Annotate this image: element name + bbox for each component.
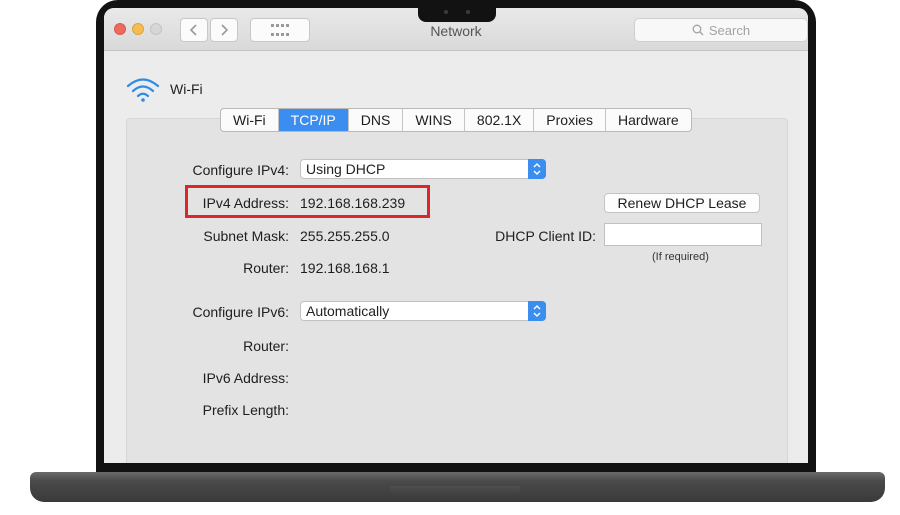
search-icon [692,24,704,36]
interface-header: Wi-Fi [126,76,203,102]
configure-ipv6-label: Configure IPv6: [192,304,290,320]
configure-ipv4-select[interactable]: Using DHCP [300,159,546,179]
configure-ipv6-value: Automatically [306,303,390,319]
subnet-mask-value: 255.255.255.0 [300,228,390,244]
window-title: Network [430,23,482,39]
tab-hardware[interactable]: Hardware [606,109,691,131]
interface-name: Wi-Fi [170,81,203,97]
prefix-length-label: Prefix Length: [202,402,289,418]
ipv6-router-label: Router: [243,338,289,354]
tab-8021x[interactable]: 802.1X [465,109,535,131]
dhcp-client-id-label: DHCP Client ID: [495,228,596,244]
search-placeholder: Search [708,22,751,38]
camera-dot [444,10,448,14]
screen: Network Search Wi-Fi Wi-Fi TCP/IP DNS WI… [104,8,808,463]
ipv6-address-label: IPv6 Address: [202,370,289,386]
search-field[interactable]: Search [634,18,808,42]
laptop-base-lip [390,486,520,498]
subnet-mask-label: Subnet Mask: [203,228,289,244]
dhcp-client-id-field[interactable] [604,223,762,246]
configure-ipv4-label: Configure IPv4: [192,162,290,178]
grid-icon [271,24,289,36]
ipv4-address-value: 192.168.168.239 [300,195,406,211]
chevron-left-icon [189,24,197,36]
show-all-button[interactable] [250,18,310,42]
renew-dhcp-lease-button[interactable]: Renew DHCP Lease [604,193,760,213]
tab-wifi[interactable]: Wi-Fi [221,109,279,131]
ipv4-address-label: IPv4 Address: [202,195,289,211]
tab-wins[interactable]: WINS [403,109,465,131]
close-button[interactable] [114,23,126,35]
forward-button[interactable] [210,18,238,42]
tab-proxies[interactable]: Proxies [534,109,606,131]
tab-tcpip[interactable]: TCP/IP [278,109,349,131]
if-required-hint: (If required) [652,251,709,263]
configure-ipv6-select[interactable]: Automatically [300,301,546,321]
tab-dns[interactable]: DNS [349,109,404,131]
configure-ipv4-value: Using DHCP [306,161,386,177]
router-value: 192.168.168.1 [300,260,390,276]
camera-notch [418,0,496,22]
tab-bar: Wi-Fi TCP/IP DNS WINS 802.1X Proxies Har… [220,108,692,132]
wifi-icon [126,78,160,102]
camera-dot [466,10,470,14]
chevron-right-icon [221,24,229,36]
stepper-icon [528,159,546,179]
chevron-updown-icon [533,305,541,317]
stepper-icon [528,301,546,321]
router-label: Router: [243,260,289,276]
zoom-button[interactable] [150,23,162,35]
back-button[interactable] [180,18,208,42]
chevron-updown-icon [533,163,541,175]
minimize-button[interactable] [132,23,144,35]
